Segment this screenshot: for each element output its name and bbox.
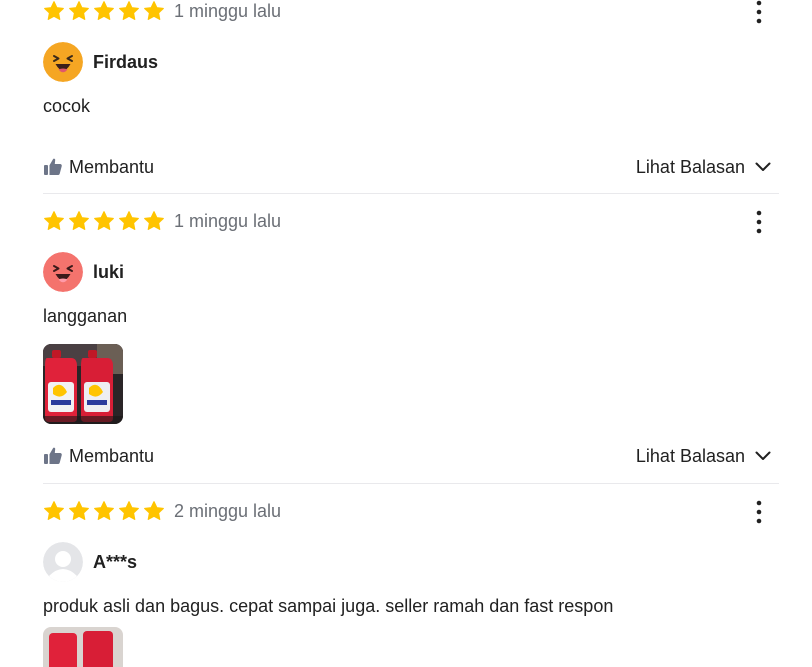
review-time: 2 minggu lalu xyxy=(174,500,282,521)
kebab-menu-icon xyxy=(755,209,763,235)
star-rating xyxy=(43,500,165,522)
star-icon xyxy=(68,0,90,22)
kebab-menu-icon xyxy=(755,499,763,525)
oil-bottles-photo xyxy=(43,344,123,424)
reviewer-name: A***s xyxy=(93,551,138,572)
review-card: 1 minggu lalu luki langganan Membantu Li… xyxy=(43,210,779,484)
star-icon xyxy=(143,210,165,232)
star-icon xyxy=(43,500,65,522)
thumbs-up-icon xyxy=(43,446,63,466)
view-replies-button[interactable]: Lihat Balasan xyxy=(636,444,771,468)
star-icon xyxy=(118,210,140,232)
star-icon xyxy=(43,210,65,232)
review-comment: langganan xyxy=(43,306,128,326)
star-icon xyxy=(118,0,140,22)
review-actions: Membantu Lihat Balasan xyxy=(43,444,779,468)
avatar xyxy=(43,542,83,582)
review-comment: produk asli dan bagus. cepat sampai juga… xyxy=(43,596,614,616)
more-options-button[interactable] xyxy=(742,209,776,235)
reviewer: A***s xyxy=(43,542,779,582)
review-time: 1 minggu lalu xyxy=(174,210,282,231)
chevron-down-icon xyxy=(755,162,771,172)
oil-bottles-photo xyxy=(43,627,123,667)
star-icon xyxy=(93,0,115,22)
divider xyxy=(43,193,779,194)
review-comment: cocok xyxy=(43,96,91,116)
review-header: 1 minggu lalu xyxy=(43,210,779,232)
review-card: 1 minggu lalu Firdaus cocok Membantu Lih… xyxy=(43,0,779,194)
helpful-button[interactable]: Membantu xyxy=(43,446,154,467)
kebab-menu-icon xyxy=(755,0,763,25)
laughing-emoji-red-icon xyxy=(43,252,83,292)
reviewer-name: Firdaus xyxy=(93,51,159,72)
divider xyxy=(43,483,779,484)
review-header: 1 minggu lalu xyxy=(43,0,779,22)
default-user-icon xyxy=(43,542,83,582)
reviewer: luki xyxy=(43,252,779,292)
helpful-button[interactable]: Membantu xyxy=(43,157,154,178)
review-card: 2 minggu lalu A***s produk asli dan bagu… xyxy=(43,500,779,617)
view-replies-label: Lihat Balasan xyxy=(635,156,745,177)
more-options-button[interactable] xyxy=(742,499,776,525)
star-rating xyxy=(43,0,165,22)
reviewer: Firdaus xyxy=(43,42,779,82)
review-actions: Membantu Lihat Balasan xyxy=(43,155,779,179)
star-icon xyxy=(68,210,90,232)
review-photo-thumbnail[interactable] xyxy=(43,344,123,424)
chevron-down-icon xyxy=(755,451,771,461)
avatar xyxy=(43,252,83,292)
helpful-label: Membantu xyxy=(69,445,155,466)
star-icon xyxy=(143,0,165,22)
review-time: 1 minggu lalu xyxy=(174,0,282,21)
star-icon xyxy=(68,500,90,522)
star-icon xyxy=(43,0,65,22)
view-replies-label: Lihat Balasan xyxy=(635,445,745,466)
review-header: 2 minggu lalu xyxy=(43,500,779,522)
star-icon xyxy=(93,210,115,232)
helpful-label: Membantu xyxy=(69,156,155,177)
thumbs-up-icon xyxy=(43,157,63,177)
more-options-button[interactable] xyxy=(742,0,776,25)
laughing-emoji-orange-icon xyxy=(43,42,83,82)
star-icon xyxy=(143,500,165,522)
reviewer-name: luki xyxy=(93,261,125,282)
review-photo-thumbnail[interactable] xyxy=(43,627,123,667)
star-icon xyxy=(118,500,140,522)
view-replies-button[interactable]: Lihat Balasan xyxy=(636,155,771,179)
avatar xyxy=(43,42,83,82)
star-rating xyxy=(43,210,165,232)
star-icon xyxy=(93,500,115,522)
